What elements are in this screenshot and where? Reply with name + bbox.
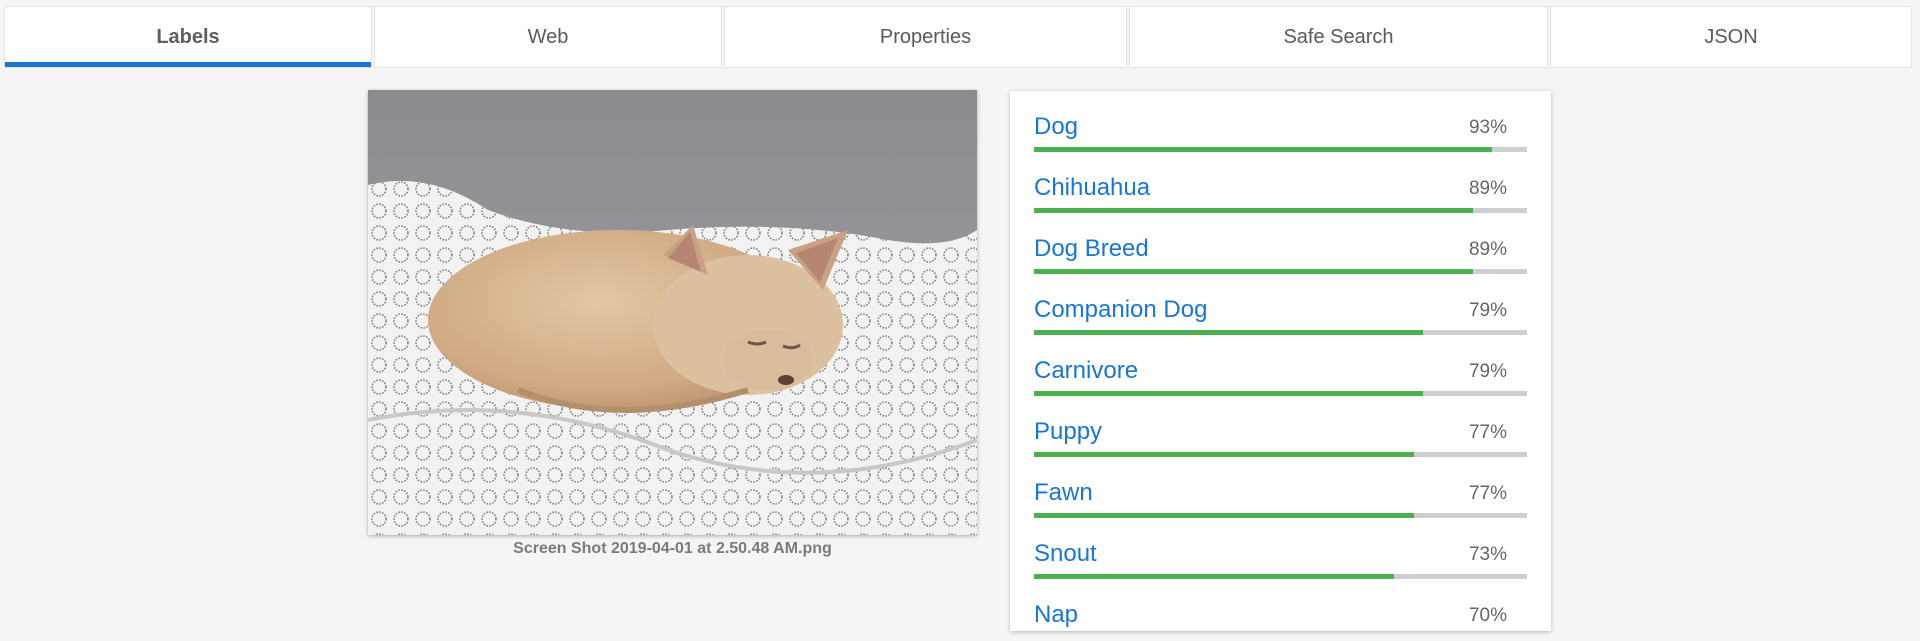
confidence-bar-fill — [1034, 574, 1394, 579]
label-name[interactable]: Companion Dog — [1034, 296, 1207, 324]
label-score: 89% — [1468, 239, 1507, 260]
label-name[interactable]: Fawn — [1034, 479, 1093, 507]
confidence-bar-fill — [1034, 147, 1492, 152]
label-row: Companion Dog 79% — [1034, 284, 1527, 336]
confidence-bar-fill — [1034, 513, 1414, 518]
tab-labels[interactable]: Labels — [4, 6, 372, 68]
confidence-bar-fill — [1034, 452, 1414, 457]
dog-photo — [368, 90, 977, 535]
label-row: Snout 73% — [1034, 528, 1527, 580]
tab-properties[interactable]: Properties — [724, 6, 1127, 68]
tab-json[interactable]: JSON — [1550, 6, 1912, 68]
label-score: 79% — [1468, 300, 1507, 321]
label-row: Puppy 77% — [1034, 406, 1527, 458]
label-row: Nap 70% — [1034, 589, 1527, 631]
tab-bar: Labels Web Properties Safe Search JSON — [4, 6, 1914, 68]
label-row: Fawn 77% — [1034, 467, 1527, 519]
confidence-bar-track — [1034, 513, 1527, 518]
confidence-bar-fill — [1034, 208, 1473, 213]
label-score: 93% — [1468, 117, 1507, 138]
label-score: 77% — [1468, 483, 1507, 504]
confidence-bar-track — [1034, 391, 1527, 396]
label-score: 77% — [1468, 422, 1507, 443]
tab-web-label: Web — [527, 25, 569, 48]
label-name[interactable]: Chihuahua — [1034, 174, 1150, 202]
confidence-bar-track — [1034, 269, 1527, 274]
active-tab-indicator — [5, 62, 371, 67]
image-filename: Screen Shot 2019-04-01 at 2.50.48 AM.png — [513, 540, 832, 557]
label-name[interactable]: Snout — [1034, 540, 1097, 568]
label-score: 89% — [1468, 178, 1507, 199]
confidence-bar-track — [1034, 208, 1527, 213]
label-row: Dog 93% — [1034, 101, 1527, 153]
confidence-bar-track — [1034, 452, 1527, 457]
tab-json-label: JSON — [1704, 25, 1758, 48]
analyzed-image — [368, 90, 977, 535]
label-score: 73% — [1468, 544, 1507, 565]
confidence-bar-track — [1034, 147, 1527, 152]
label-score: 79% — [1468, 361, 1507, 382]
tab-properties-label: Properties — [879, 25, 972, 48]
confidence-bar-fill — [1034, 391, 1423, 396]
tab-safe-search[interactable]: Safe Search — [1129, 6, 1548, 68]
label-score: 70% — [1468, 605, 1507, 626]
label-name[interactable]: Puppy — [1034, 418, 1102, 446]
label-row: Dog Breed 89% — [1034, 223, 1527, 275]
label-name[interactable]: Dog Breed — [1034, 235, 1149, 263]
tab-web[interactable]: Web — [374, 6, 722, 68]
tab-safe-search-label: Safe Search — [1283, 25, 1394, 48]
confidence-bar-fill — [1034, 330, 1423, 335]
confidence-bar-track — [1034, 574, 1527, 579]
label-name[interactable]: Nap — [1034, 601, 1078, 629]
label-name[interactable]: Carnivore — [1034, 357, 1138, 385]
tab-labels-label: Labels — [156, 25, 220, 48]
label-name[interactable]: Dog — [1034, 113, 1078, 141]
confidence-bar-fill — [1034, 269, 1473, 274]
label-row: Chihuahua 89% — [1034, 162, 1527, 214]
labels-list: Dog 93% Chihuahua 89% Dog Breed 89% Companion … — [1010, 91, 1551, 631]
label-row: Carnivore 79% — [1034, 345, 1527, 397]
confidence-bar-track — [1034, 330, 1527, 335]
